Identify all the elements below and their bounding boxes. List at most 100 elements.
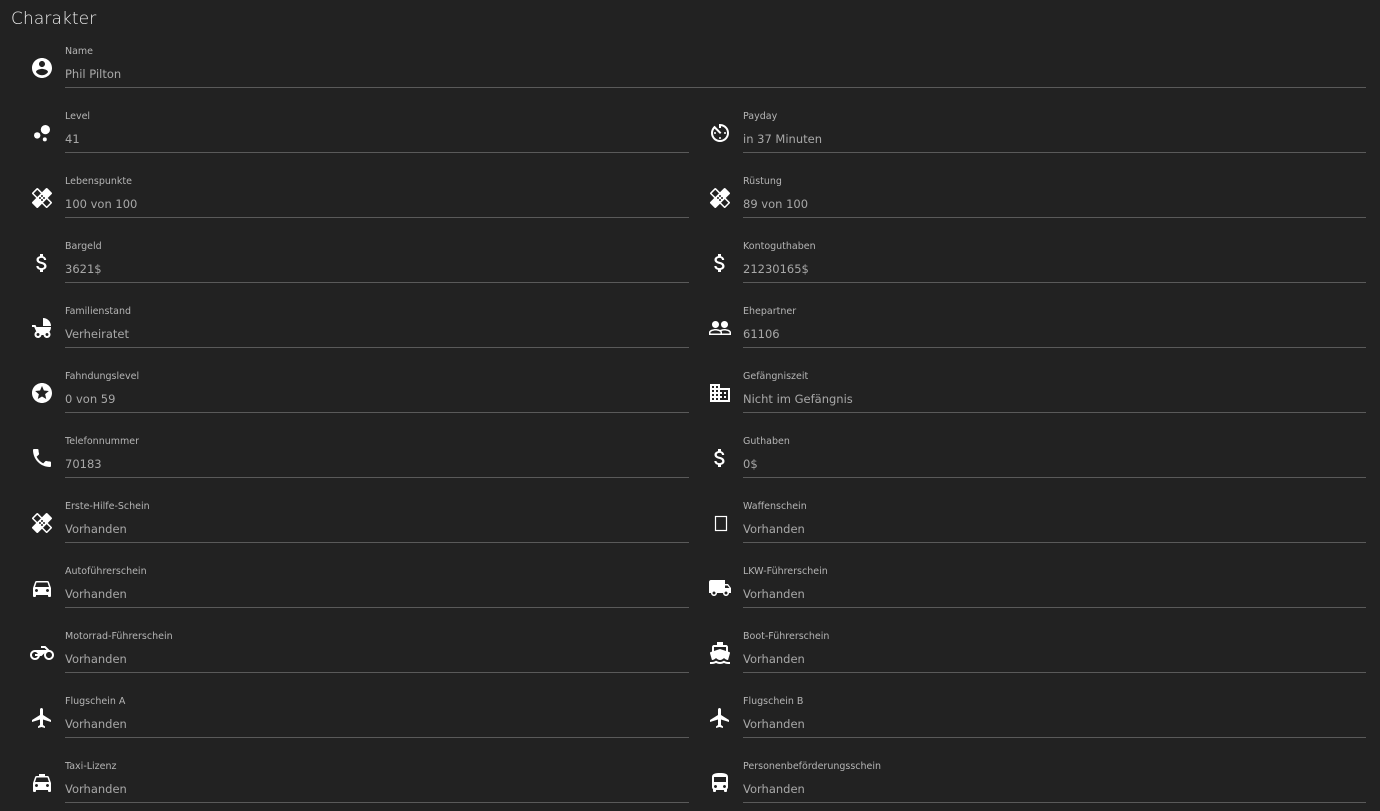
- healing-icon: [30, 186, 54, 210]
- page-title: Charakter: [11, 9, 97, 29]
- field-marital[interactable]: Familienstand Verheiratet: [12, 301, 689, 366]
- field-label: Motorrad-Führerschein: [65, 631, 173, 642]
- field-value: Vorhanden: [743, 522, 805, 536]
- field-value: 100 von 100: [65, 197, 138, 211]
- field-wanted[interactable]: Fahndungslevel 0 von 59: [12, 366, 689, 431]
- taxi-icon: [30, 771, 54, 795]
- dollar-icon: [30, 251, 54, 275]
- field-underline: [65, 412, 689, 413]
- field-underline: [65, 802, 689, 803]
- dollar-icon: [708, 251, 732, 275]
- field-label: Familienstand: [65, 306, 131, 317]
- field-value: 89 von 100: [743, 197, 809, 211]
- field-underline: [743, 217, 1366, 218]
- field-armor[interactable]: Rüstung 89 von 100: [690, 171, 1366, 236]
- field-underline: [743, 802, 1366, 803]
- field-label: Level: [65, 111, 91, 122]
- field-underline: [65, 282, 689, 283]
- field-passenger[interactable]: Personenbeförderungsschein Vorhanden: [690, 756, 1366, 811]
- field-label: Fahndungslevel: [65, 371, 140, 382]
- field-label: Name: [65, 46, 94, 57]
- field-car[interactable]: Autoführerschein Vorhanden: [12, 561, 689, 626]
- field-value: Verheiratet: [65, 327, 130, 341]
- field-underline: [65, 737, 689, 738]
- field-underline: [743, 412, 1366, 413]
- field-label: Waffenschein: [743, 501, 807, 512]
- field-label: Telefonnummer: [65, 436, 139, 447]
- stroller-icon: [30, 316, 54, 340]
- field-value: 70183: [65, 457, 102, 471]
- field-underline: [743, 672, 1366, 673]
- field-label: Taxi-Lizenz: [65, 761, 117, 772]
- field-value: 61106: [743, 327, 780, 341]
- field-underline: [743, 282, 1366, 283]
- field-underline: [65, 152, 689, 153]
- healing-icon: [30, 511, 54, 535]
- field-underline: [65, 477, 689, 478]
- field-value: 0$: [743, 457, 758, 471]
- field-value: Vorhanden: [743, 652, 805, 666]
- field-underline: [65, 607, 689, 608]
- star-circle-icon: [30, 381, 54, 405]
- field-value: 0 von 59: [65, 392, 116, 406]
- field-name[interactable]: Name Phil Pilton: [12, 41, 1366, 106]
- healing-icon: [708, 186, 732, 210]
- field-underline: [743, 542, 1366, 543]
- field-label: Rüstung: [743, 176, 782, 187]
- motorcycle-icon: [30, 641, 54, 665]
- field-value: Vorhanden: [65, 717, 127, 731]
- field-label: Flugschein A: [65, 696, 126, 707]
- field-underline: [65, 87, 1366, 88]
- bus-icon: [708, 771, 732, 795]
- missing-glyph-icon: [708, 511, 732, 535]
- field-underline: [65, 542, 689, 543]
- field-motorcycle[interactable]: Motorrad-Führerschein Vorhanden: [12, 626, 689, 691]
- field-value: Vorhanden: [65, 587, 127, 601]
- field-label: Boot-Führerschein: [743, 631, 830, 642]
- building-icon: [708, 381, 732, 405]
- field-health[interactable]: Lebenspunkte 100 von 100: [12, 171, 689, 236]
- field-value: Nicht im Gefängnis: [743, 392, 853, 406]
- timer-icon: [708, 121, 732, 145]
- field-flight-a[interactable]: Flugschein A Vorhanden: [12, 691, 689, 756]
- field-value: Vorhanden: [743, 717, 805, 731]
- field-cash[interactable]: Bargeld 3621$: [12, 236, 689, 301]
- field-value: 21230165$: [743, 262, 809, 276]
- airplane-icon: [708, 706, 732, 730]
- field-label: Guthaben: [743, 436, 790, 447]
- field-underline: [65, 217, 689, 218]
- field-bank[interactable]: Kontoguthaben 21230165$: [690, 236, 1366, 301]
- field-level[interactable]: Level 41: [12, 106, 689, 171]
- field-payday[interactable]: Payday in 37 Minuten: [690, 106, 1366, 171]
- field-label: Autoführerschein: [65, 566, 147, 577]
- field-underline: [743, 347, 1366, 348]
- field-firstaid[interactable]: Erste-Hilfe-Schein Vorhanden: [12, 496, 689, 561]
- field-flight-b[interactable]: Flugschein B Vorhanden: [690, 691, 1366, 756]
- truck-icon: [708, 576, 732, 600]
- field-value: in 37 Minuten: [743, 132, 822, 146]
- field-label: Bargeld: [65, 241, 102, 252]
- field-truck[interactable]: LKW-Führerschein Vorhanden: [690, 561, 1366, 626]
- field-label: Gefängniszeit: [743, 371, 809, 382]
- account-circle-icon: [30, 56, 54, 80]
- field-value: Vorhanden: [743, 587, 805, 601]
- field-phone[interactable]: Telefonnummer 70183: [12, 431, 689, 496]
- field-underline: [743, 737, 1366, 738]
- field-label: Ehepartner: [743, 306, 797, 317]
- field-underline: [743, 607, 1366, 608]
- field-label: Erste-Hilfe-Schein: [65, 501, 150, 512]
- field-taxi[interactable]: Taxi-Lizenz Vorhanden: [12, 756, 689, 811]
- field-underline: [743, 152, 1366, 153]
- field-spouse[interactable]: Ehepartner 61106: [690, 301, 1366, 366]
- field-label: Kontoguthaben: [743, 241, 816, 252]
- field-jail[interactable]: Gefängniszeit Nicht im Gefängnis: [690, 366, 1366, 431]
- boat-icon: [708, 641, 732, 665]
- phone-icon: [30, 446, 54, 470]
- field-credit[interactable]: Guthaben 0$: [690, 431, 1366, 496]
- field-weapon[interactable]: Waffenschein Vorhanden: [690, 496, 1366, 561]
- field-value: 3621$: [65, 262, 102, 276]
- field-label: Lebenspunkte: [65, 176, 132, 187]
- people-icon: [708, 316, 732, 340]
- field-value: Vorhanden: [65, 782, 127, 796]
- field-boat[interactable]: Boot-Führerschein Vorhanden: [690, 626, 1366, 691]
